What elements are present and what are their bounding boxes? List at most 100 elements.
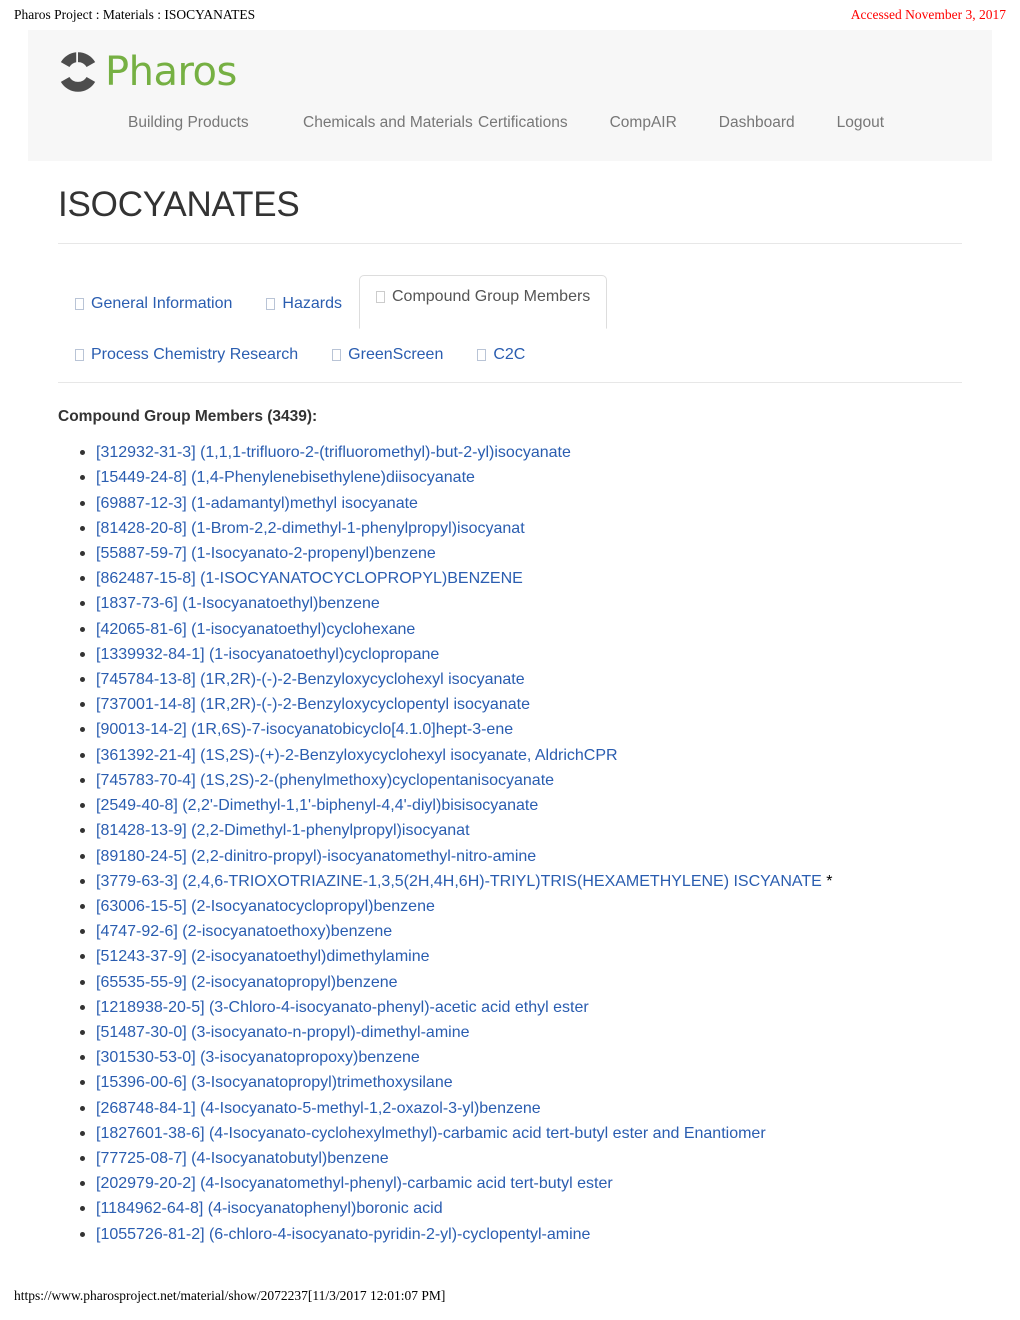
compound-link[interactable]: [90013-14-2] (1R,6S)-7-isocyanatobicyclo… <box>96 721 513 738</box>
nav-item-dashboard[interactable]: Dashboard <box>719 110 795 135</box>
members-heading: Compound Group Members (3439): <box>58 408 318 426</box>
nav-item-compair[interactable]: CompAIR <box>610 110 677 135</box>
bullet-box-icon <box>75 297 84 310</box>
compound-link[interactable]: [301530-53-0] (3-isocyanatopropoxy)benze… <box>96 1049 420 1066</box>
bullet-box-icon <box>477 349 487 362</box>
list-item: [89180-24-5] (2,2-dinitro-propyl)-isocya… <box>80 844 962 869</box>
compound-group-members-section: Compound Group Members (3439): [312932-3… <box>28 408 992 1247</box>
list-item: [4747-92-6] (2-isocyanatoethoxy)benzene <box>80 919 962 944</box>
list-item: [301530-53-0] (3-isocyanatopropoxy)benze… <box>80 1045 962 1070</box>
compound-link[interactable]: [55887-59-7] (1-Isocyanato-2-propenyl)be… <box>96 545 436 562</box>
compound-link[interactable]: [2549-40-8] (2,2'-Dimethyl-1,1'-biphenyl… <box>96 797 538 814</box>
page-title: ISOCYANATES <box>58 185 300 224</box>
tab-row-2: Process Chemistry Research GreenScreen C… <box>58 336 962 374</box>
tab-general-information[interactable]: General Information <box>58 278 249 329</box>
list-item: [1339932-84-1] (1-isocyanatoethyl)cyclop… <box>80 642 962 667</box>
nav-item-logout[interactable]: Logout <box>837 110 884 135</box>
print-header-accessed-date: Accessed November 3, 2017 <box>850 7 1006 22</box>
list-item: [202979-20-2] (4-Isocyanatomethyl-phenyl… <box>80 1171 962 1196</box>
list-item: [745784-13-8] (1R,2R)-(-)-2-Benzyloxycyc… <box>80 667 962 692</box>
list-item: [1184962-64-8] (4-isocyanatophenyl)boron… <box>80 1196 962 1221</box>
tab-label: Compound Group Members <box>391 288 591 306</box>
pharos-logo-wordmark: Pharos <box>105 49 237 95</box>
list-item: [1055726-81-2] (6-chloro-4-isocyanato-py… <box>80 1222 962 1247</box>
footnote-asterisk: * <box>821 872 833 890</box>
list-item: [55887-59-7] (1-Isocyanato-2-propenyl)be… <box>80 541 962 566</box>
list-item: [1827601-38-6] (4-Isocyanato-cyclohexylm… <box>80 1121 962 1146</box>
compound-link[interactable]: [4747-92-6] (2-isocyanatoethoxy)benzene <box>96 923 392 940</box>
title-divider <box>58 243 962 245</box>
list-item: [312932-31-3] (1,1,1-trifluoro-2-(triflu… <box>80 440 962 465</box>
list-item: [745783-70-4] (1S,2S)-2-(phenylmethoxy)c… <box>80 768 962 793</box>
compound-link[interactable]: [361392-21-4] (1S,2S)-(+)-2-Benzyloxycyc… <box>96 747 618 764</box>
list-item: [361392-21-4] (1S,2S)-(+)-2-Benzyloxycyc… <box>80 743 962 768</box>
compound-link[interactable]: [63006-15-5] (2-Isocyanatocyclopropyl)be… <box>96 898 435 915</box>
compound-link[interactable]: [77725-08-7] (4-Isocyanatobutyl)benzene <box>96 1150 389 1167</box>
list-item: [15396-00-6] (3-Isocyanatopropyl)trimeth… <box>80 1070 962 1095</box>
list-item: [862487-15-8] (1-ISOCYANATOCYCLOPROPYL)B… <box>80 566 962 591</box>
pharos-logo[interactable]: Pharos <box>28 44 992 100</box>
list-item: [81428-20-8] (1-Brom-2,2-dimethyl-1-phen… <box>80 516 962 541</box>
tabs-area: General Information Hazards Compound Gro… <box>28 260 992 384</box>
tab-row-1: General Information Hazards Compound Gro… <box>58 275 962 330</box>
compound-link[interactable]: [89180-24-5] (2,2-dinitro-propyl)-isocya… <box>96 848 536 865</box>
compound-link[interactable]: [1339932-84-1] (1-isocyanatoethyl)cyclop… <box>96 646 439 663</box>
members-list: [312932-31-3] (1,1,1-trifluoro-2-(triflu… <box>58 440 962 1247</box>
list-item: [2549-40-8] (2,2'-Dimethyl-1,1'-biphenyl… <box>80 793 962 818</box>
tab-hazards[interactable]: Hazards <box>249 278 359 329</box>
compound-link[interactable]: [1218938-20-5] (3-Chloro-4-isocyanato-ph… <box>96 999 589 1016</box>
nav-item-building-products[interactable]: Building Products <box>128 110 303 135</box>
tab-label: GreenScreen <box>348 346 444 364</box>
list-item: [65535-55-9] (2-isocyanatopropyl)benzene <box>80 970 962 995</box>
bullet-box-icon <box>375 291 385 304</box>
compound-link[interactable]: [3779-63-3] (2,4,6-TRIOXOTRIAZINE-1,3,5(… <box>96 873 822 890</box>
compound-link[interactable]: [312932-31-3] (1,1,1-trifluoro-2-(triflu… <box>96 444 571 461</box>
tab-label: C2C <box>493 346 526 364</box>
list-item: [77725-08-7] (4-Isocyanatobutyl)benzene <box>80 1146 962 1171</box>
compound-link[interactable]: [81428-13-9] (2,2-Dimethyl-1-phenylpropy… <box>96 822 470 839</box>
tab-c2c[interactable]: C2C <box>460 336 542 374</box>
compound-link[interactable]: [745784-13-8] (1R,2R)-(-)-2-Benzyloxycyc… <box>96 671 525 688</box>
bullet-box-icon <box>266 297 276 310</box>
compound-link[interactable]: [1827601-38-6] (4-Isocyanato-cyclohexylm… <box>96 1125 766 1142</box>
compound-link[interactable]: [65535-55-9] (2-isocyanatopropyl)benzene <box>96 974 398 991</box>
compound-link[interactable]: [1055726-81-2] (6-chloro-4-isocyanato-py… <box>96 1226 590 1243</box>
compound-link[interactable]: [15396-00-6] (3-Isocyanatopropyl)trimeth… <box>96 1074 453 1091</box>
list-item: [69887-12-3] (1-adamantyl)methyl isocyan… <box>80 491 962 516</box>
print-header-breadcrumb: Pharos Project : Materials : ISOCYANATES <box>14 7 256 22</box>
compound-link[interactable]: [15449-24-8] (1,4-Phenylenebisethylene)d… <box>96 469 475 486</box>
list-item: [42065-81-6] (1-isocyanatoethyl)cyclohex… <box>80 617 962 642</box>
nav-item-chemicals-and-materials[interactable]: Chemicals and Materials <box>303 110 478 135</box>
page-title-block: ISOCYANATES <box>28 161 992 260</box>
tab-process-chemistry-research[interactable]: Process Chemistry Research <box>58 336 315 374</box>
compound-link[interactable]: [268748-84-1] (4-Isocyanato-5-methyl-1,2… <box>96 1100 541 1117</box>
tab-label: General Information <box>91 294 233 312</box>
compound-link[interactable]: [745783-70-4] (1S,2S)-2-(phenylmethoxy)c… <box>96 772 554 789</box>
compound-link[interactable]: [51487-30-0] (3-isocyanato-n-propyl)-dim… <box>96 1024 470 1041</box>
list-item: [90013-14-2] (1R,6S)-7-isocyanatobicyclo… <box>80 717 962 742</box>
tab-greenscreen[interactable]: GreenScreen <box>315 336 460 374</box>
tab-compound-group-members[interactable]: Compound Group Members <box>358 275 608 330</box>
list-item: [268748-84-1] (4-Isocyanato-5-methyl-1,2… <box>80 1096 962 1121</box>
compound-link[interactable]: [1184962-64-8] (4-isocyanatophenyl)boron… <box>96 1200 443 1217</box>
page-body: Pharos Building Products Chemicals and M… <box>0 30 1020 1247</box>
list-item: [51487-30-0] (3-isocyanato-n-propyl)-dim… <box>80 1020 962 1045</box>
list-item: [1837-73-6] (1-Isocyanatoethyl)benzene <box>80 591 962 616</box>
list-item: [63006-15-5] (2-Isocyanatocyclopropyl)be… <box>80 894 962 919</box>
compound-link[interactable]: [737001-14-8] (1R,2R)-(-)-2-Benzyloxycyc… <box>96 696 530 713</box>
nav-item-certifications[interactable]: Certifications <box>478 110 568 135</box>
list-item: [3779-63-3] (2,4,6-TRIOXOTRIAZINE-1,3,5(… <box>80 869 962 894</box>
print-footer: https://www.pharosproject.net/material/s… <box>0 1288 1020 1304</box>
bullet-box-icon <box>332 349 342 362</box>
tabs-rows: General Information Hazards Compound Gro… <box>58 260 962 382</box>
compound-link[interactable]: [202979-20-2] (4-Isocyanatomethyl-phenyl… <box>96 1175 613 1192</box>
compound-link[interactable]: [862487-15-8] (1-ISOCYANATOCYCLOPROPYL)B… <box>96 570 523 587</box>
pharos-logo-icon <box>56 50 100 94</box>
compound-link[interactable]: [51243-37-9] (2-isocyanatoethyl)dimethyl… <box>96 948 430 965</box>
compound-link[interactable]: [69887-12-3] (1-adamantyl)methyl isocyan… <box>96 495 418 512</box>
compound-link[interactable]: [1837-73-6] (1-Isocyanatoethyl)benzene <box>96 595 380 612</box>
compound-link[interactable]: [42065-81-6] (1-isocyanatoethyl)cyclohex… <box>96 621 415 638</box>
list-item: [1218938-20-5] (3-Chloro-4-isocyanato-ph… <box>80 995 962 1020</box>
list-item: [51243-37-9] (2-isocyanatoethyl)dimethyl… <box>80 944 962 969</box>
compound-link[interactable]: [81428-20-8] (1-Brom-2,2-dimethyl-1-phen… <box>96 520 525 537</box>
